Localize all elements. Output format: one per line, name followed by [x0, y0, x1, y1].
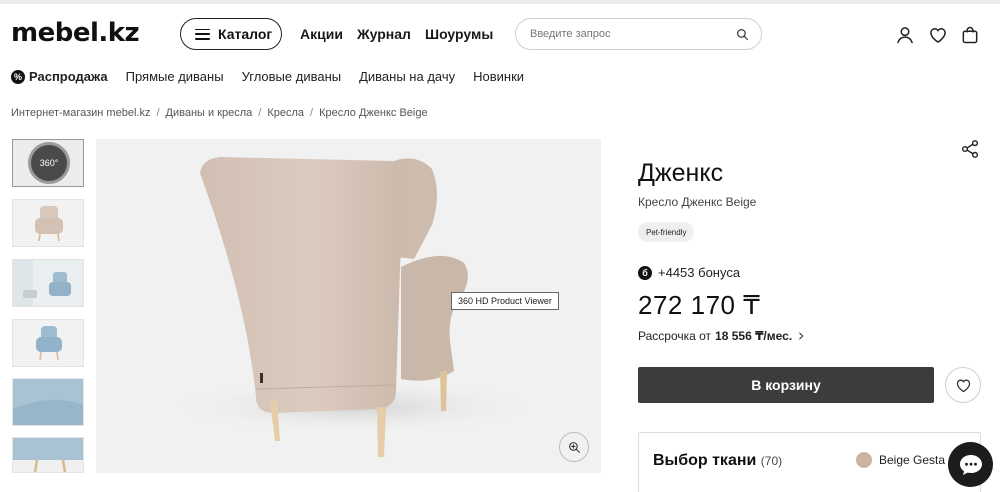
sale-link[interactable]: % Распродажа — [11, 69, 108, 84]
thumbnail-front[interactable] — [12, 199, 84, 247]
search-input[interactable] — [530, 28, 736, 40]
bonus-info: б +4453 бонуса — [638, 265, 740, 280]
installment-amount: 18 556 ₸/мес. — [715, 329, 793, 343]
breadcrumb-separator: / — [258, 107, 262, 119]
add-to-cart-button[interactable]: В корзину — [638, 367, 934, 403]
breadcrumb-separator: / — [310, 107, 314, 119]
chevron-right-icon — [799, 332, 804, 340]
bonus-icon: б — [638, 265, 652, 280]
product-price: 272 170 ₸ — [638, 290, 761, 320]
interior-thumb-image — [13, 260, 83, 306]
chair-front-thumb-image — [13, 200, 83, 246]
pet-friendly-tag: Pet-friendly — [638, 222, 695, 242]
product-subtitle: Кресло Дженкс Beige — [638, 195, 757, 209]
selected-fabric-name: Beige Gesta — [879, 453, 946, 467]
subnav-item-straight-sofas[interactable]: Прямые диваны — [126, 69, 224, 84]
subnav-item-new[interactable]: Новинки — [473, 69, 524, 84]
add-to-favorites-button[interactable] — [945, 367, 981, 403]
subnav-item-country-sofas[interactable]: Диваны на дачу — [359, 69, 455, 84]
thumbnail-legs[interactable] — [12, 437, 84, 473]
breadcrumb-item-chairs[interactable]: Кресла — [267, 107, 304, 119]
breadcrumb-separator: / — [156, 107, 160, 119]
category-nav: % Распродажа Прямые диваны Угловые диван… — [11, 69, 542, 84]
blue-chair-thumb-image — [13, 320, 83, 366]
breadcrumb-item-shop[interactable]: Интернет-магазин mebel.kz — [11, 107, 150, 119]
product-title: Дженкс — [638, 159, 724, 187]
percent-icon: % — [11, 69, 25, 84]
viewer-label-tooltip: 360 HD Product Viewer — [451, 292, 559, 310]
bonus-text: +4453 бонуса — [658, 265, 741, 280]
installment-link[interactable]: Рассрочка от 18 556 ₸/мес. — [638, 329, 806, 343]
site-logo[interactable]: mebel.kz — [11, 18, 140, 48]
legs-thumb-image — [13, 438, 83, 472]
thumbnail-blue-chair[interactable] — [12, 319, 84, 367]
search-box — [515, 18, 762, 50]
fabric-swatch — [856, 452, 872, 468]
subnav-item-corner-sofas[interactable]: Угловые диваны — [242, 69, 342, 84]
heart-icon — [956, 379, 970, 392]
user-icon[interactable] — [895, 25, 915, 45]
catalog-button[interactable]: Каталог — [180, 18, 282, 50]
cart-icon[interactable] — [960, 25, 980, 45]
zoom-button[interactable] — [559, 432, 589, 462]
chat-bubble-icon — [959, 454, 982, 475]
heart-icon[interactable] — [928, 25, 948, 45]
nav-link-promotions[interactable]: Акции — [300, 26, 343, 42]
share-icon[interactable] — [960, 139, 980, 159]
nav-link-showrooms[interactable]: Шоурумы — [425, 26, 493, 42]
product-main-image[interactable]: 360 HD Product Viewer — [96, 139, 601, 473]
thumbnail-360[interactable]: 360° — [12, 139, 84, 187]
sale-label: Распродажа — [29, 69, 108, 84]
fabric-closeup-thumb-image — [13, 379, 83, 425]
search-icon[interactable] — [736, 28, 749, 41]
top-strip — [0, 0, 1000, 4]
installment-prefix: Рассрочка от — [638, 329, 712, 343]
thumbnail-fabric[interactable] — [12, 378, 84, 426]
zoom-in-icon — [568, 441, 580, 453]
catalog-label: Каталог — [218, 26, 273, 42]
breadcrumb: Интернет-магазин mebel.kz / Диваны и кре… — [11, 107, 428, 119]
nav-link-journal[interactable]: Журнал — [357, 26, 411, 42]
fabric-count: (70) — [760, 454, 783, 468]
breadcrumb-item-sofas-chairs[interactable]: Диваны и кресла — [166, 107, 253, 119]
rotate-360-icon: 360° — [28, 142, 70, 184]
breadcrumb-current: Кресло Дженкс Beige — [319, 107, 428, 119]
chat-button[interactable] — [948, 442, 993, 487]
fabric-selector[interactable]: Выбор ткани (70) Beige Gesta — [638, 432, 981, 492]
fabric-selector-title: Выбор ткани (70) — [653, 452, 783, 469]
thumbnail-interior[interactable] — [12, 259, 84, 307]
menu-icon — [195, 28, 210, 40]
